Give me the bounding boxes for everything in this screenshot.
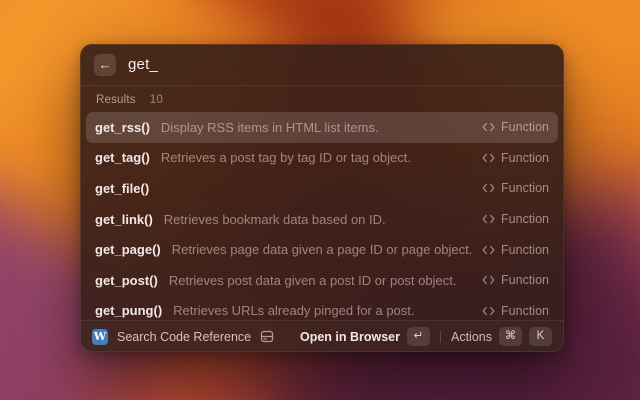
code-brackets-icon [482,275,495,285]
function-name: get_file() [95,181,149,196]
function-description: Retrieves a post tag by tag ID or tag ob… [161,150,482,165]
type-label: Function [501,120,549,134]
function-description: Display RSS items in HTML list items. [161,120,482,135]
command-keycap: ⌘ [499,327,522,346]
back-arrow-icon: ← [99,58,112,71]
result-type-badge: Function [482,304,549,318]
open-in-browser-button[interactable]: Open in Browser [300,330,400,344]
code-brackets-icon [482,153,495,163]
result-type-badge: Function [482,181,549,195]
result-type-badge: Function [482,120,549,134]
function-name: get_post() [95,273,158,288]
results-header: Results 10 [80,86,564,112]
enter-keycap: ↵ [407,327,430,346]
footer-bar: W Search Code Reference Open in Browser … [80,320,564,352]
function-description: Retrieves URLs already pinged for a post… [173,303,482,318]
result-type-badge: Function [482,151,549,165]
result-type-badge: Function [482,243,549,257]
actions-button[interactable]: Actions [451,330,492,344]
code-brackets-icon [482,245,495,255]
result-row[interactable]: get_page() Retrieves page data given a p… [86,234,558,265]
result-type-badge: Function [482,212,549,226]
results-section: Results 10 get_rss() Display RSS items i… [80,86,564,320]
function-description: Retrieves post data given a post ID or p… [169,273,482,288]
drive-icon [260,330,274,343]
function-description: Retrieves bookmark data based on ID. [164,212,482,227]
result-row[interactable]: get_file() Function [86,173,558,204]
result-row[interactable]: get_link() Retrieves bookmark data based… [86,204,558,235]
code-brackets-icon [482,214,495,224]
footer-actions: Open in Browser ↵ Actions ⌘ K [300,327,552,346]
type-label: Function [501,151,549,165]
function-name: get_tag() [95,150,150,165]
result-type-badge: Function [482,273,549,287]
result-row[interactable]: get_post() Retrieves post data given a p… [86,265,558,296]
back-button[interactable]: ← [94,54,116,76]
function-name: get_rss() [95,120,150,135]
wordpress-letter: W [94,331,106,342]
type-label: Function [501,273,549,287]
function-description: Retrieves page data given a page ID or p… [172,242,482,257]
result-row[interactable]: get_rss() Display RSS items in HTML list… [86,112,558,143]
type-label: Function [501,212,549,226]
code-brackets-icon [482,183,495,193]
launcher-window: ← get_ Results 10 get_rss() Display RSS … [80,44,564,352]
function-name: get_link() [95,212,153,227]
results-label: Results [96,94,136,106]
code-brackets-icon [482,306,495,316]
footer-divider [440,331,441,343]
function-name: get_page() [95,242,161,257]
extension-title: Search Code Reference [117,330,251,344]
code-brackets-icon [482,122,495,132]
type-label: Function [501,243,549,257]
k-keycap: K [529,327,552,346]
type-label: Function [501,304,549,318]
search-input[interactable]: get_ [128,56,158,73]
results-list: get_rss() Display RSS items in HTML list… [80,112,564,326]
wordpress-logo-icon: W [92,329,108,345]
search-header: ← get_ [80,44,564,86]
results-count: 10 [150,94,163,106]
function-name: get_pung() [95,303,162,318]
type-label: Function [501,181,549,195]
result-row[interactable]: get_tag() Retrieves a post tag by tag ID… [86,143,558,174]
